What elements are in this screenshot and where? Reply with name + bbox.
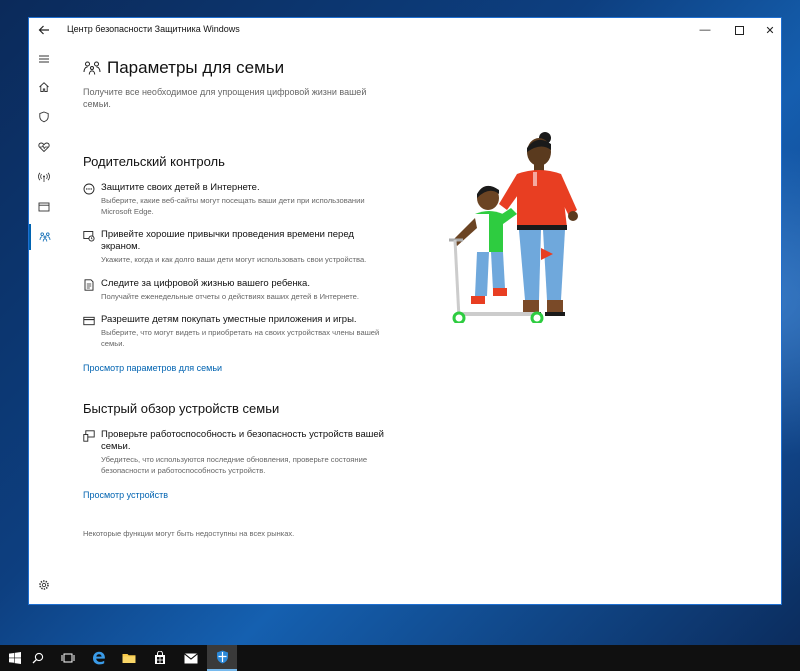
search-icon (32, 652, 44, 664)
file-explorer-taskbar-button[interactable] (114, 645, 144, 671)
maximize-icon (734, 25, 744, 35)
feature-description: Укажите, когда и как долго ваши дети мог… (101, 255, 367, 264)
settings-gear-icon (39, 580, 49, 590)
defender-shield-icon (216, 650, 228, 664)
task-view-icon (61, 653, 75, 663)
sidebar (29, 42, 59, 605)
edge-browser-icon (93, 651, 105, 665)
back-button[interactable] (35, 21, 53, 39)
shield-icon (39, 111, 49, 123)
family-illustration (449, 132, 578, 323)
store-icon (155, 651, 165, 664)
file-explorer-icon (122, 654, 136, 663)
feature-description: Выберите, какие веб-сайты могут посещать… (101, 196, 365, 216)
feature-title: Проверьте работоспособность и безопаснос… (101, 429, 384, 452)
maximize-button[interactable] (722, 18, 756, 42)
sidebar-item-device-health[interactable] (29, 134, 59, 160)
parental-control-heading: Родительский контроль (83, 154, 225, 169)
sidebar-item-settings[interactable] (29, 572, 59, 598)
devices-icon (83, 430, 95, 442)
family-icon (83, 61, 101, 75)
family-icon (39, 232, 51, 242)
availability-footnote: Некоторые функции могут быть недоступны … (83, 529, 295, 538)
arrow-left-icon (38, 25, 49, 35)
sidebar-item-firewall-network[interactable] (29, 164, 59, 190)
feature-title: Следите за цифровой жизнью вашего ребенк… (101, 278, 310, 289)
wifi-antenna-icon (38, 172, 50, 182)
defender-taskbar-button[interactable] (207, 645, 237, 671)
credit-card-icon (83, 316, 95, 326)
home-icon (39, 82, 49, 92)
report-icon (84, 279, 94, 291)
screen-time-icon (83, 231, 95, 242)
page-subtitle: Получите все необходимое для упрощения ц… (83, 87, 367, 109)
view-family-settings-link[interactable]: Просмотр параметров для семьи (83, 363, 222, 373)
window-title: Центр безопасности Защитника Windows (67, 24, 240, 34)
sidebar-item-virus-protection[interactable] (29, 104, 59, 130)
close-button[interactable]: ✕ (753, 18, 787, 42)
app-browser-icon (38, 202, 50, 212)
page-title: Параметры для семьи (107, 58, 285, 77)
sidebar-item-home[interactable] (29, 74, 59, 100)
view-devices-link[interactable]: Просмотр устройств (83, 490, 168, 500)
devices-overview-heading: Быстрый обзор устройств семьи (83, 401, 280, 416)
task-view-button[interactable] (53, 645, 83, 671)
feature-title: Привейте хорошие привычки проведения вре… (101, 229, 354, 252)
feature-title: Разрешите детям покупать уместные прилож… (101, 314, 357, 325)
hamburger-menu-icon (39, 55, 49, 63)
sidebar-item-app-browser-control[interactable] (29, 194, 59, 220)
windows-start-icon (9, 652, 21, 664)
store-taskbar-button[interactable] (145, 645, 175, 671)
edge-taskbar-button[interactable] (84, 645, 114, 671)
mail-taskbar-button[interactable] (176, 645, 206, 671)
taskbar (0, 645, 800, 671)
feature-title: Защитите своих детей в Интернете. (101, 182, 260, 193)
browser-dots-icon (83, 183, 95, 195)
page-header: Параметры для семьи (83, 58, 284, 78)
mail-icon (184, 652, 198, 663)
sidebar-menu-button[interactable] (29, 46, 59, 72)
defender-window: Центр безопасности Защитника Windows — ✕ (28, 17, 782, 605)
title-bar: Центр безопасности Защитника Windows — ✕ (29, 18, 781, 42)
feature-description: Выберите, что могут видеть и приобретать… (101, 328, 380, 348)
feature-description: Убедитесь, что используются последние об… (101, 455, 368, 475)
feature-description: Получайте еженедельные отчеты о действия… (101, 292, 359, 301)
heart-pulse-icon (38, 142, 50, 153)
minimize-button[interactable]: — (688, 18, 722, 42)
sidebar-item-family-options[interactable] (29, 224, 59, 250)
search-button[interactable] (23, 645, 53, 671)
